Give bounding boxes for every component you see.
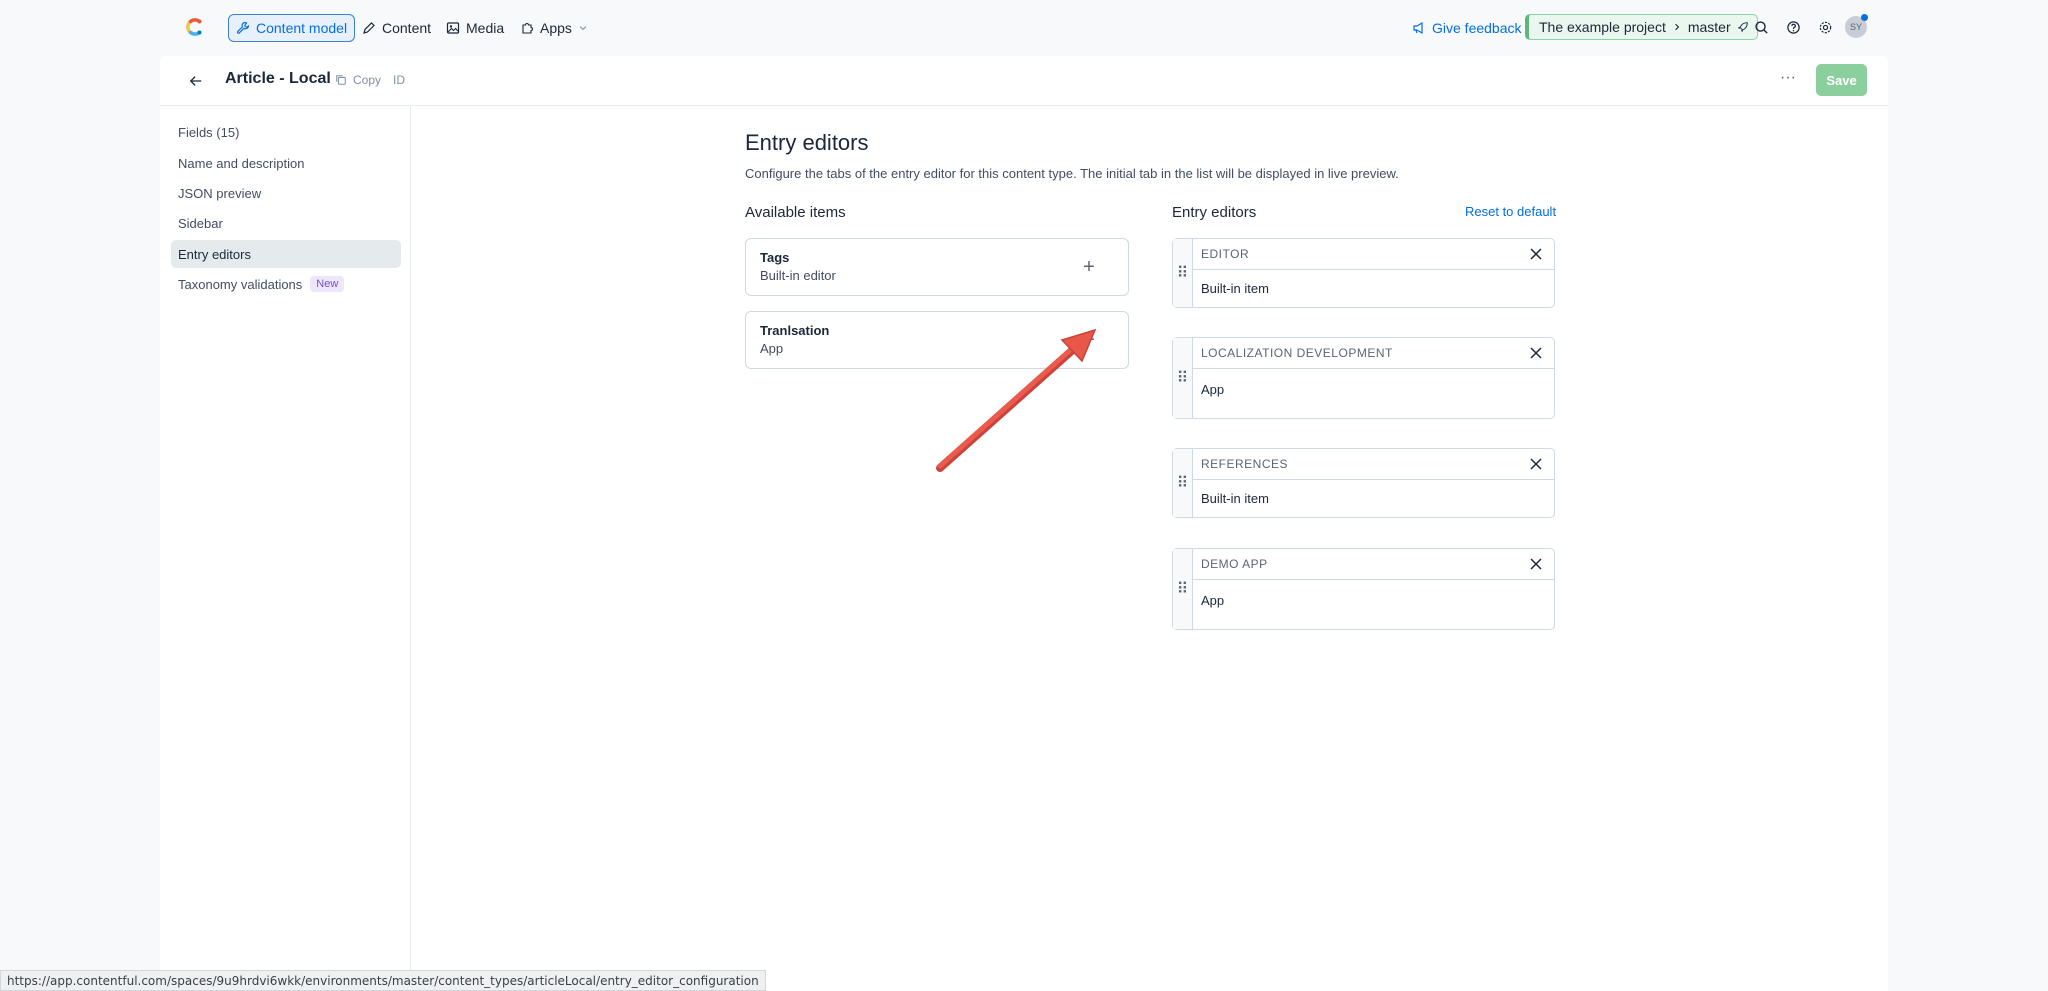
sidebar-item-sidebar[interactable]: Sidebar (171, 209, 401, 237)
available-item-card: Tranlsation App + (745, 311, 1129, 369)
entry-editor-type: App (1201, 381, 1225, 397)
workbench-header: Article - Local Copy ID ··· Save (160, 56, 1888, 106)
available-item-name: Tranlsation (760, 323, 830, 338)
contentful-logo-icon[interactable] (182, 15, 206, 39)
available-item-type: App (760, 341, 784, 356)
drag-handle-icon[interactable]: ⠿ (1173, 239, 1193, 307)
copy-label: Copy (353, 73, 382, 87)
sidebar-item-label: Sidebar (178, 215, 223, 231)
entry-editor-name: LOCALIZATION DEVELOPMENT (1193, 338, 1554, 369)
nav-tab-content-model[interactable]: Content model (228, 14, 356, 42)
sidebar-item-taxonomy-validations[interactable]: Taxonomy validations New (171, 270, 401, 298)
close-icon[interactable] (1529, 247, 1543, 261)
sidebar-item-label: Taxonomy validations (178, 276, 303, 292)
environment-name: master (1687, 19, 1731, 35)
page-description: Configure the tabs of the entry editor f… (745, 166, 1399, 181)
entry-editor-name: REFERENCES (1193, 449, 1554, 480)
nav-tab-label: Content (382, 20, 432, 36)
search-icon[interactable] (1751, 17, 1771, 37)
content-type-sidebar: Fields (15) Name and description JSON pr… (160, 106, 411, 991)
drag-handle-icon[interactable]: ⠿ (1173, 549, 1193, 629)
help-icon[interactable] (1783, 17, 1803, 37)
available-item-card: Tags Built-in editor + (745, 238, 1129, 296)
avatar-initials: SY (1849, 22, 1862, 32)
nav-tab-content[interactable]: Content (355, 14, 438, 42)
project-environment-switcher[interactable]: The example project master (1525, 14, 1758, 40)
sidebar-item-name-description[interactable]: Name and description (171, 149, 401, 177)
copy-id-button[interactable]: Copy ID (335, 73, 405, 87)
notification-dot (1861, 14, 1868, 21)
megaphone-icon (1413, 21, 1423, 35)
save-button[interactable]: Save (1816, 64, 1867, 96)
add-plus-icon[interactable]: + (1079, 330, 1099, 351)
content-type-title: Article - Local (225, 70, 331, 87)
browser-status-bar: https://app.contentful.com/spaces/9u9hrd… (0, 970, 766, 991)
copy-icon (336, 75, 346, 85)
close-icon[interactable] (1529, 557, 1543, 571)
nav-tab-media[interactable]: Media (439, 14, 511, 42)
sidebar-item-json-preview[interactable]: JSON preview (171, 179, 401, 207)
sidebar-item-fields[interactable]: Fields (15) (171, 118, 401, 146)
wrench-icon (236, 21, 250, 34)
nav-tab-apps[interactable]: Apps (513, 14, 595, 42)
sidebar-item-label: JSON preview (178, 185, 262, 201)
entry-editor-name: DEMO APP (1193, 549, 1554, 580)
new-badge: New (310, 276, 345, 292)
entry-editor-type: Built-in item (1201, 281, 1269, 296)
pen-icon (363, 22, 375, 34)
puzzle-icon (522, 23, 533, 34)
close-icon[interactable] (1529, 457, 1543, 471)
entry-editor-card: ⠿ LOCALIZATION DEVELOPMENT App (1172, 337, 1555, 419)
entry-editor-card: ⠿ DEMO APP App (1172, 548, 1555, 630)
give-feedback-link[interactable]: Give feedback (1412, 14, 1522, 42)
drag-handle-icon[interactable]: ⠿ (1173, 449, 1193, 517)
sidebar-item-entry-editors[interactable]: Entry editors (171, 240, 401, 268)
sidebar-item-label: Fields (15) (178, 124, 240, 140)
entry-editor-type: Built-in item (1201, 491, 1269, 506)
entry-editor-card: ⠿ REFERENCES Built-in item (1172, 448, 1555, 518)
nav-tab-label: Apps (540, 20, 572, 36)
chevron-down-icon (579, 26, 587, 31)
rocket-icon (1737, 22, 1748, 33)
entry-editor-card: ⠿ EDITOR Built-in item (1172, 238, 1555, 308)
sidebar-item-label: Name and description (178, 155, 305, 171)
give-feedback-label: Give feedback (1432, 20, 1522, 36)
more-options-button[interactable]: ··· (1778, 70, 1798, 91)
chevron-right-icon (1675, 23, 1680, 31)
sidebar-item-label: Entry editors (178, 246, 251, 262)
nav-tab-label: Media (466, 20, 505, 36)
drag-handle-icon[interactable]: ⠿ (1173, 338, 1193, 418)
nav-tab-label: Content model (256, 20, 348, 36)
workbench: Article - Local Copy ID ··· Save Fields … (160, 56, 1888, 991)
entry-editors-heading: Entry editors (1172, 204, 1257, 221)
image-icon (446, 22, 460, 34)
available-item-name: Tags (760, 250, 790, 265)
close-icon[interactable] (1529, 346, 1543, 360)
reset-to-default-link[interactable]: Reset to default (1465, 204, 1556, 219)
available-items-heading: Available items (745, 204, 846, 221)
project-name: The example project (1539, 19, 1666, 35)
page-title: Entry editors (745, 130, 869, 155)
settings-gear-icon[interactable] (1815, 17, 1835, 37)
id-label: ID (393, 73, 406, 87)
available-item-type: Built-in editor (760, 268, 836, 283)
entry-editor-name: EDITOR (1193, 239, 1554, 270)
back-arrow-icon[interactable] (186, 71, 206, 91)
add-plus-icon[interactable]: + (1079, 257, 1099, 278)
top-navigation: Content model Content Media Apps Give fe… (0, 0, 2048, 54)
entry-editor-type: App (1201, 592, 1225, 608)
